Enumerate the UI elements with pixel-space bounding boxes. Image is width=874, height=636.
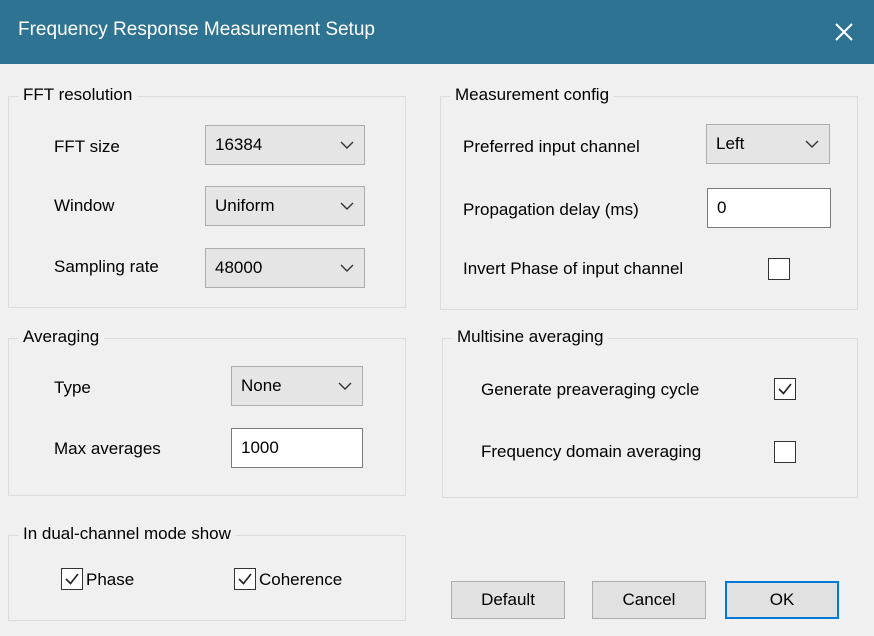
- checkmark-icon: [65, 573, 79, 585]
- phase-label: Phase: [86, 570, 135, 589]
- sampling-rate-value: 48000: [215, 258, 263, 277]
- generate-preaveraging-cycle-checkbox[interactable]: [774, 378, 796, 400]
- averaging-group-label: Averaging: [18, 327, 105, 347]
- invert-phase-checkbox[interactable]: [768, 258, 790, 280]
- propagation-delay-field[interactable]: [707, 188, 831, 228]
- averaging-type-dropdown[interactable]: None: [231, 366, 363, 406]
- close-button[interactable]: [814, 0, 874, 64]
- dual-channel-group-label: In dual-channel mode show: [18, 524, 236, 544]
- chevron-down-icon: [340, 141, 354, 149]
- measurement-config-group-label: Measurement config: [450, 85, 615, 105]
- coherence-label: Coherence: [259, 570, 343, 589]
- chevron-down-icon: [340, 202, 354, 210]
- frequency-domain-averaging-label: Frequency domain averaging: [481, 442, 702, 461]
- window-label: Window: [54, 196, 115, 215]
- multisine-averaging-group-label: Multisine averaging: [452, 327, 609, 347]
- cancel-button[interactable]: Cancel: [592, 581, 706, 619]
- max-averages-field[interactable]: [231, 428, 363, 468]
- ok-button[interactable]: OK: [725, 581, 839, 619]
- title-bar: Frequency Response Measurement Setup: [0, 0, 874, 64]
- checkmark-icon: [238, 573, 252, 585]
- max-averages-label: Max averages: [54, 439, 161, 458]
- preferred-input-channel-label: Preferred input channel: [463, 137, 640, 156]
- fft-resolution-group-label: FFT resolution: [18, 85, 138, 105]
- preferred-input-channel-dropdown[interactable]: Left: [706, 124, 830, 164]
- window-title: Frequency Response Measurement Setup: [18, 19, 375, 40]
- fft-size-value: 16384: [215, 135, 263, 154]
- chevron-down-icon: [340, 264, 354, 272]
- window-dropdown[interactable]: Uniform: [205, 186, 365, 226]
- propagation-delay-label: Propagation delay (ms): [463, 200, 639, 219]
- preferred-input-channel-value: Left: [716, 134, 745, 153]
- fft-size-dropdown[interactable]: 16384: [205, 125, 365, 165]
- multisine-averaging-group: Multisine averaging: [442, 327, 858, 498]
- sampling-rate-label: Sampling rate: [54, 257, 159, 276]
- generate-preaveraging-cycle-label: Generate preaveraging cycle: [481, 380, 700, 399]
- invert-phase-label: Invert Phase of input channel: [463, 259, 684, 278]
- coherence-checkbox[interactable]: [234, 568, 256, 590]
- propagation-delay-input[interactable]: [717, 198, 823, 218]
- window-value: Uniform: [215, 196, 275, 215]
- chevron-down-icon: [805, 140, 819, 148]
- sampling-rate-dropdown[interactable]: 48000: [205, 248, 365, 288]
- averaging-type-value: None: [241, 376, 282, 395]
- phase-checkbox[interactable]: [61, 568, 83, 590]
- max-averages-input[interactable]: [241, 438, 355, 458]
- default-button[interactable]: Default: [451, 581, 565, 619]
- chevron-down-icon: [338, 382, 352, 390]
- fft-size-label: FFT size: [54, 137, 120, 156]
- frequency-domain-averaging-checkbox[interactable]: [774, 441, 796, 463]
- averaging-type-label: Type: [54, 378, 91, 397]
- close-icon: [835, 23, 853, 41]
- checkmark-icon: [778, 383, 792, 395]
- averaging-group: Averaging: [8, 327, 406, 496]
